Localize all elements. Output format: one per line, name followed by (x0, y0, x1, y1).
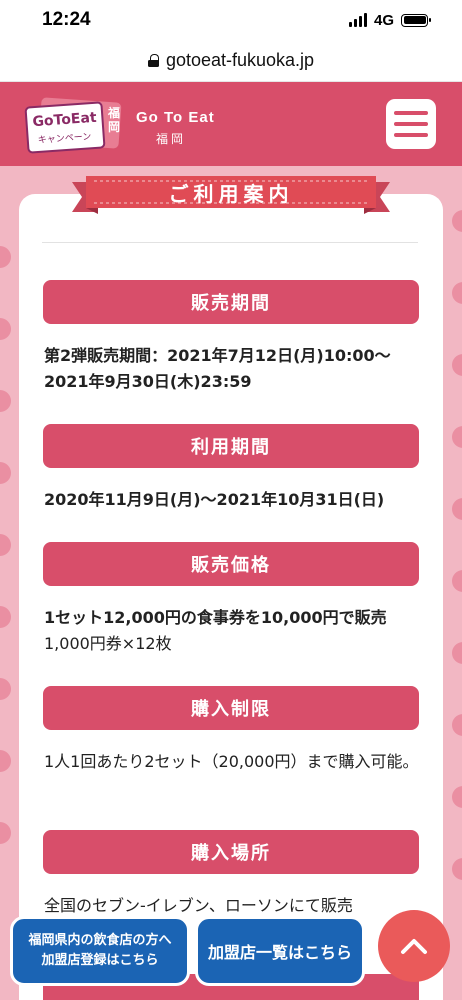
menu-bar (394, 133, 428, 137)
section-header-purchase-limit: 購入制限 (43, 686, 419, 730)
status-bar: 12:24 4G (0, 0, 462, 40)
scroll-to-top-button[interactable] (378, 910, 450, 982)
bg-dot (0, 678, 11, 700)
section-header-sales-period: 販売期間 (43, 280, 419, 324)
restaurant-registration-button[interactable]: 福岡県内の飲食店の方へ 加盟店登録はこちら (10, 916, 190, 986)
bg-dot (0, 534, 11, 556)
page-title: ご利用案内 (168, 182, 294, 206)
status-time: 12:24 (42, 9, 91, 30)
logo-sub-text: キャンペーン (37, 132, 92, 146)
purchase-limit-text: 1人1回あたり2セット（20,000円）まで購入可能。 (44, 752, 419, 771)
network-type: 4G (373, 11, 394, 29)
logo-main-text: GoToEat (31, 109, 98, 131)
store-list-button[interactable]: 加盟店一覧はこちら (195, 916, 365, 986)
section-header-purchase-place: 購入場所 (43, 830, 419, 874)
status-indicators: 4G (348, 11, 431, 29)
lock-icon (147, 54, 159, 67)
section-header-sales-price: 販売価格 (43, 542, 419, 586)
sales-price-text: 1セット12,000円の食事券を10,000円で販売 (44, 608, 387, 627)
address-bar[interactable]: gotoeat-fukuoka.jp (0, 40, 462, 82)
store-list-label: 加盟店一覧はこちら (207, 943, 352, 962)
sales-period-text: 第2弾販売期間：2021年7月12日(月)10:00〜2021年9月30日(木)… (44, 346, 391, 391)
bg-dot (452, 642, 462, 664)
divider (42, 242, 418, 243)
sales-price-detail: 1,000円券×12枚 (44, 634, 172, 653)
bg-dot (0, 246, 11, 268)
brand-subtitle: 福岡 (156, 132, 187, 146)
bg-dot (0, 606, 11, 628)
battery-icon (401, 13, 431, 27)
bg-dot (0, 390, 11, 412)
section-header-usage-period: 利用期間 (43, 424, 419, 468)
bg-dot (0, 318, 11, 340)
chevron-up-icon (401, 939, 427, 954)
brand-title: Go To Eat (136, 109, 215, 126)
bg-dot (0, 462, 11, 484)
registration-line-2: 加盟店登録はこちら (41, 953, 159, 968)
registration-line-1: 福岡県内の飲食店の方へ (28, 933, 172, 948)
bg-dot (452, 858, 462, 880)
signal-icon (348, 13, 367, 27)
logo-card: GoToEat キャンペーン (24, 101, 106, 154)
bg-dot (452, 570, 462, 592)
bg-dot (452, 498, 462, 520)
bg-dot (452, 714, 462, 736)
bg-dot (452, 786, 462, 808)
bg-dot (0, 822, 11, 844)
bg-dot (0, 750, 11, 772)
logo-city-text: 福岡 (107, 106, 120, 134)
usage-period-text: 2020年11月9日(月)〜2021年10月31日(日) (44, 490, 385, 509)
restaurant-registration-label: 福岡県内の飲食店の方へ 加盟店登録はこちら (28, 931, 171, 971)
bg-dot (452, 282, 462, 304)
page-title-ribbon: ご利用案内 (72, 172, 390, 216)
bg-dot (452, 354, 462, 376)
hamburger-menu-icon (394, 111, 428, 115)
site-logo[interactable]: GoToEat キャンペーン 福岡 (24, 97, 122, 154)
site-header: GoToEat キャンペーン 福岡 Go To Eat 福岡 (0, 82, 462, 166)
hamburger-menu-button[interactable] (386, 99, 436, 149)
bg-dot (452, 210, 462, 232)
url-text: gotoeat-fukuoka.jp (165, 50, 315, 70)
menu-bar (394, 122, 428, 126)
bg-dot (452, 426, 462, 448)
